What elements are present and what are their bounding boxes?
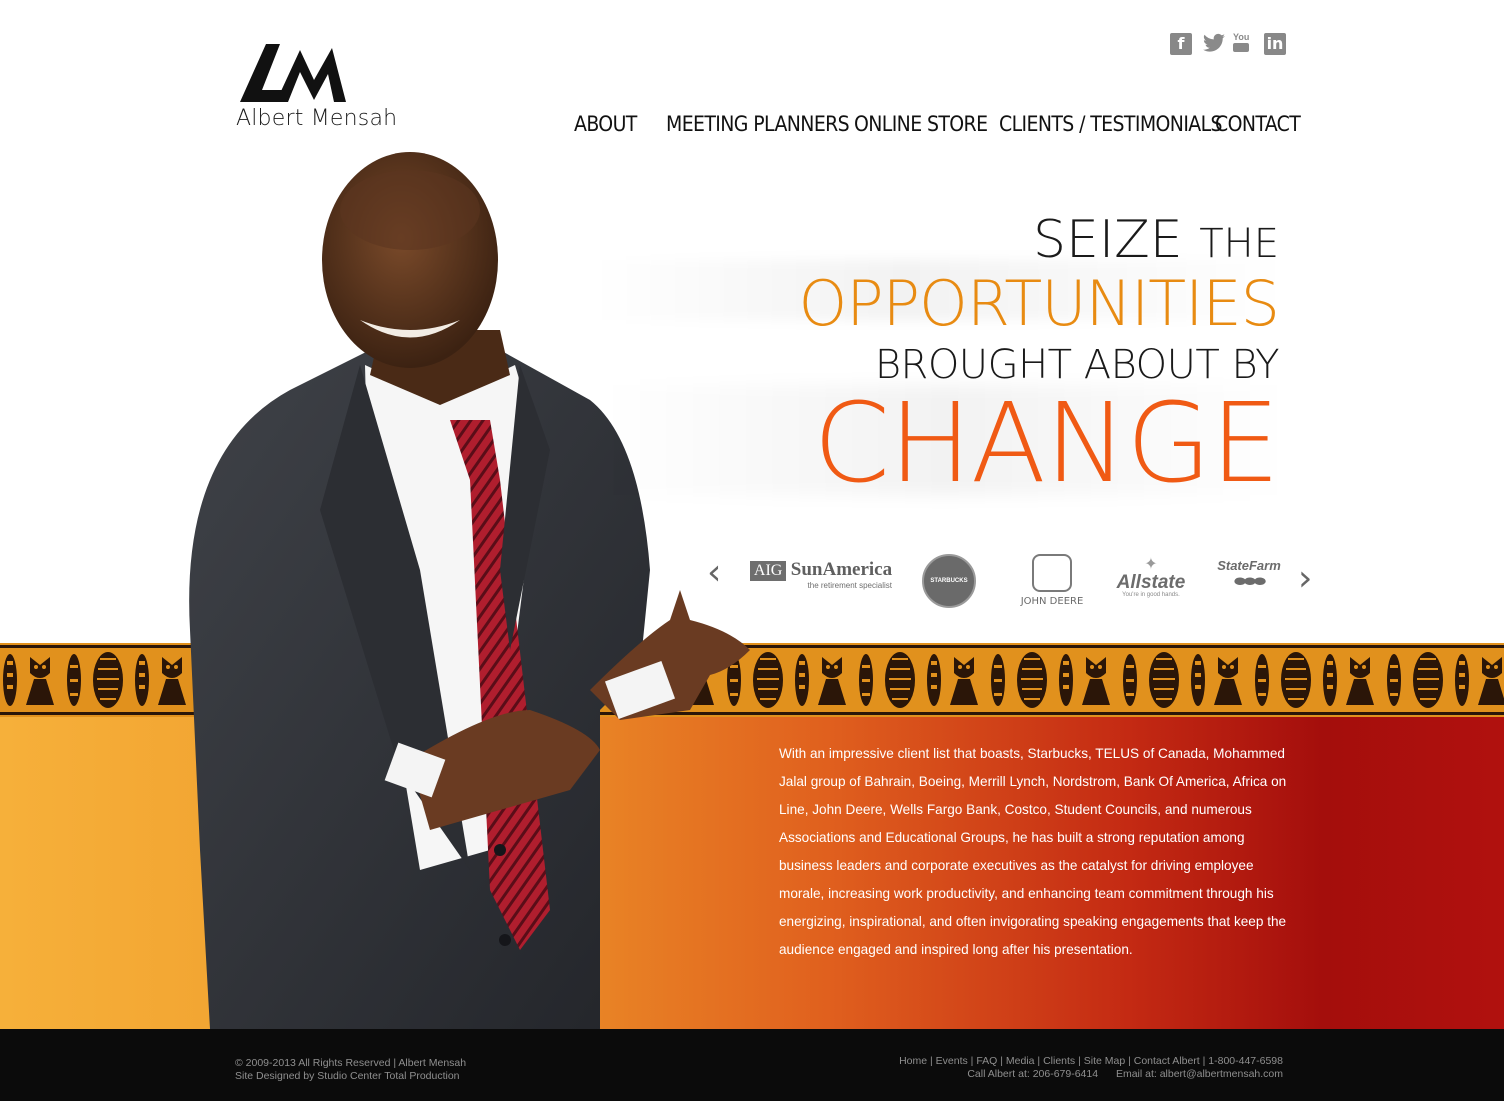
client-logo-starbucks[interactable]: STARBUCKS COFFEE (922, 554, 976, 634)
headline-line-2: OPPORTUNITIES (798, 267, 1280, 340)
youtube-icon[interactable]: You (1233, 33, 1255, 55)
footer-link-sitemap[interactable]: Site Map (1084, 1055, 1125, 1067)
nav-clients-testimonials[interactable]: CLIENTS / TESTIMONIALS (999, 112, 1223, 136)
footer-link-events[interactable]: Events (936, 1055, 968, 1067)
main-nav: ABOUT MEETING PLANNERS ONLINE STORE CLIE… (560, 112, 1301, 142)
client-logo-john-deere[interactable]: JOHN DEERE (1012, 554, 1092, 614)
carousel-next-button[interactable]: › (1298, 558, 1312, 599)
footer-call: Call Albert at: 206-679-6414 (967, 1068, 1099, 1080)
site-logo[interactable]: Albert Mensah (236, 40, 406, 140)
footer-email[interactable]: Email at: albert@albertmensah.com (1116, 1068, 1283, 1080)
statefarm-ovals-icon: ⬬⬬⬬ (1234, 573, 1266, 589)
carousel-prev-button[interactable]: ‹ (707, 552, 721, 593)
footer-link-media[interactable]: Media (1006, 1055, 1035, 1067)
designer-credit: Site Designed by Studio Center Total Pro… (235, 1070, 460, 1082)
allstate-hands-icon: ✦ (1144, 556, 1158, 573)
footer-links: Home | Events | FAQ | Media | Clients | … (899, 1055, 1283, 1067)
footer-link-contact[interactable]: Contact Albert (1134, 1055, 1200, 1067)
social-links: f You in (1170, 33, 1286, 55)
copyright-text: © 2009-2013 All Rights Reserved | Albert… (235, 1057, 467, 1069)
bio-text: With an impressive client list that boas… (779, 746, 1287, 957)
footer-link-clients[interactable]: Clients (1043, 1055, 1075, 1067)
footer-phone: 1-800-447-6598 (1208, 1055, 1283, 1067)
headline-the: THE (1199, 221, 1279, 267)
footer-link-home[interactable]: Home (899, 1055, 927, 1067)
client-logo-allstate[interactable]: ✦ Allstate You're in good hands. (1110, 554, 1192, 614)
facebook-icon[interactable]: f (1170, 33, 1192, 55)
nav-contact[interactable]: CONTACT (1215, 112, 1301, 136)
headline-line-1: SEIZE THE (1033, 210, 1279, 274)
client-logo-statefarm[interactable]: StateFarm ⬬⬬⬬ (1216, 558, 1282, 618)
footer-link-faq[interactable]: FAQ (976, 1055, 997, 1067)
nav-about[interactable]: ABOUT (574, 112, 637, 136)
headline-line-4: CHANGE (813, 379, 1280, 507)
nav-online-store[interactable]: ONLINE STORE (854, 112, 988, 136)
footer-left: © 2009-2013 All Rights Reserved | Albert… (235, 1057, 466, 1083)
client-logo-aig[interactable]: AIG SunAmerica the retirement specialist (746, 559, 896, 619)
linkedin-icon[interactable]: in (1264, 33, 1286, 55)
footer-right: Home | Events | FAQ | Media | Clients | … (899, 1055, 1283, 1081)
brand-name: Albert Mensah (236, 106, 398, 131)
twitter-icon[interactable] (1202, 33, 1225, 55)
headline-seize: SEIZE (1032, 210, 1183, 270)
deer-icon (1032, 554, 1072, 592)
nav-meeting-planners[interactable]: MEETING PLANNERS (666, 112, 850, 136)
am-monogram-logo (240, 44, 346, 102)
